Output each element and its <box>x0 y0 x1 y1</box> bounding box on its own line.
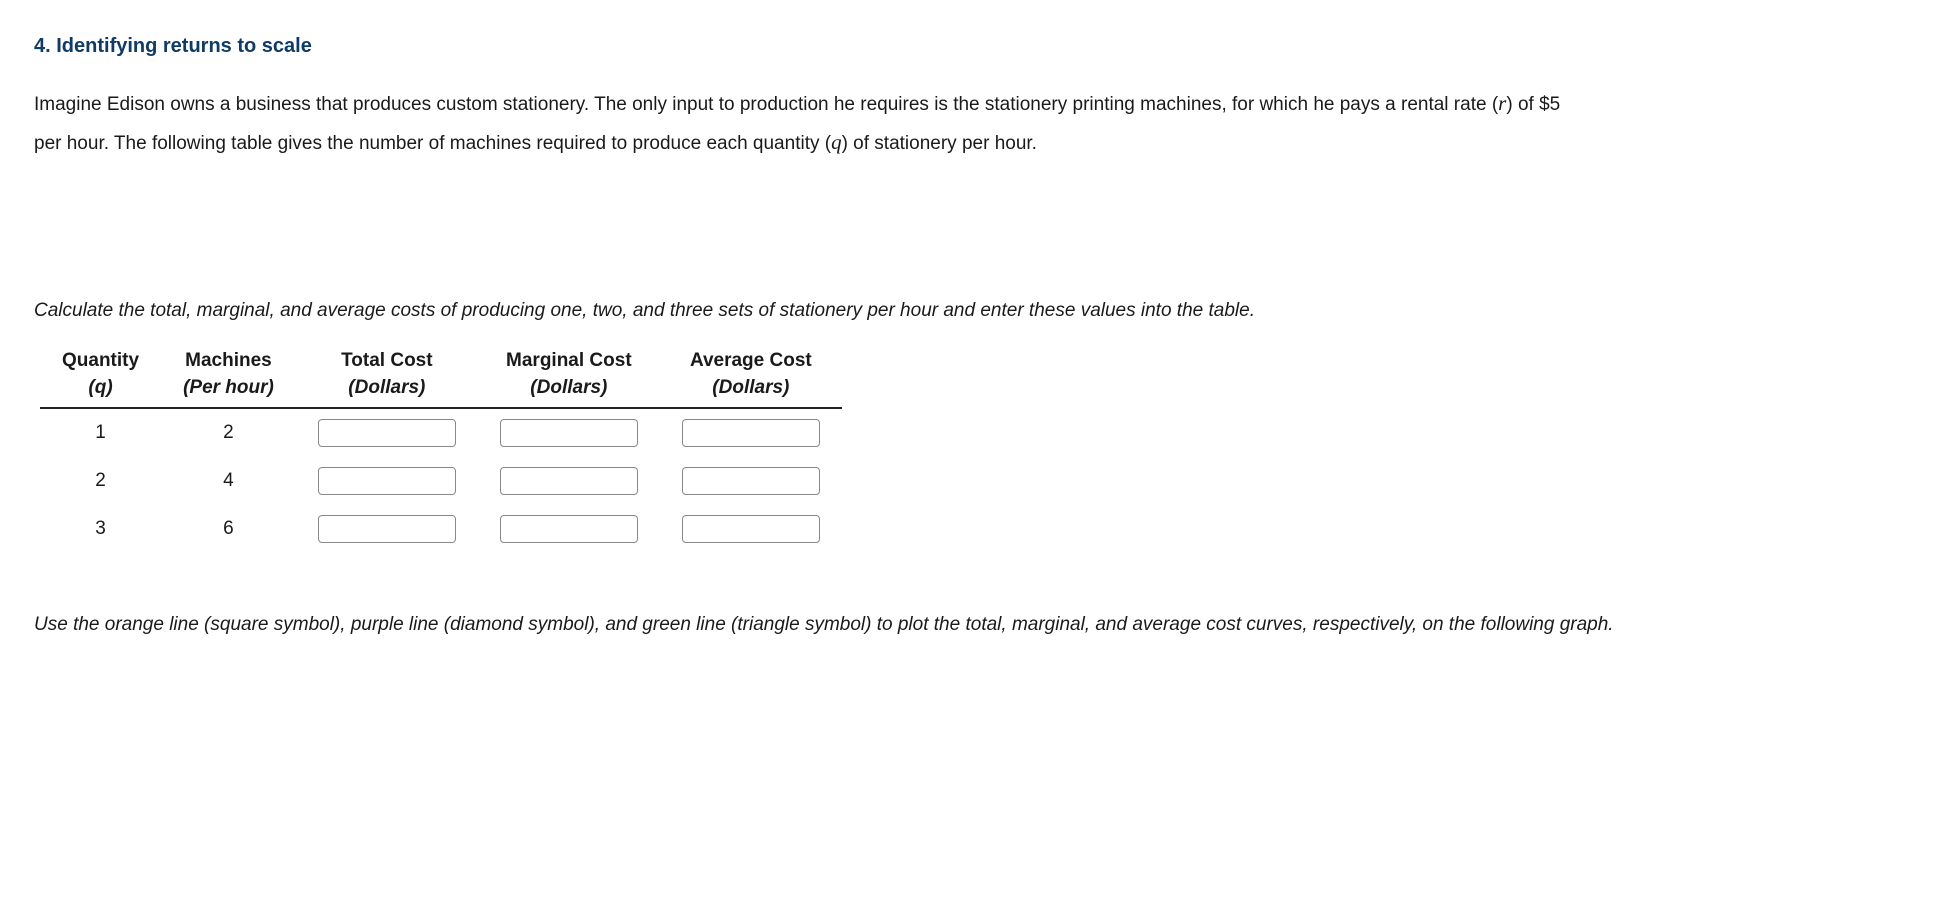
cell-machines: 2 <box>161 408 296 457</box>
input-total-cost-1[interactable] <box>318 419 456 447</box>
cell-machines: 6 <box>161 505 296 553</box>
cell-machines: 4 <box>161 457 296 505</box>
variable-q: q <box>831 130 842 154</box>
col-total-cost-header: Total Cost(Dollars) <box>296 346 478 408</box>
input-marginal-cost-2[interactable] <box>500 467 638 495</box>
input-marginal-cost-3[interactable] <box>500 515 638 543</box>
col-average-cost-header: Average Cost(Dollars) <box>660 346 842 408</box>
problem-statement: Imagine Edison owns a business that prod… <box>34 84 1584 163</box>
instruction-plot: Use the orange line (square symbol), pur… <box>34 607 1684 643</box>
cell-quantity: 1 <box>40 408 161 457</box>
input-total-cost-3[interactable] <box>318 515 456 543</box>
input-total-cost-2[interactable] <box>318 467 456 495</box>
cell-quantity: 2 <box>40 457 161 505</box>
paragraph-text: Imagine Edison owns a business that prod… <box>34 94 1498 115</box>
col-marginal-cost-header: Marginal Cost(Dollars) <box>478 346 660 408</box>
paragraph-text: ) of stationery per hour. <box>842 133 1037 154</box>
instruction-calculate: Calculate the total, marginal, and avera… <box>34 293 1684 329</box>
table-row: 3 6 <box>40 505 842 553</box>
input-marginal-cost-1[interactable] <box>500 419 638 447</box>
input-average-cost-1[interactable] <box>682 419 820 447</box>
col-machines-header: Machines(Per hour) <box>161 346 296 408</box>
cell-quantity: 3 <box>40 505 161 553</box>
col-quantity-header: Quantity(q) <box>40 346 161 408</box>
table-row: 1 2 <box>40 408 842 457</box>
input-average-cost-3[interactable] <box>682 515 820 543</box>
cost-table: Quantity(q) Machines(Per hour) Total Cos… <box>40 346 842 552</box>
input-average-cost-2[interactable] <box>682 467 820 495</box>
table-row: 2 4 <box>40 457 842 505</box>
question-heading: 4. Identifying returns to scale <box>34 28 1916 66</box>
